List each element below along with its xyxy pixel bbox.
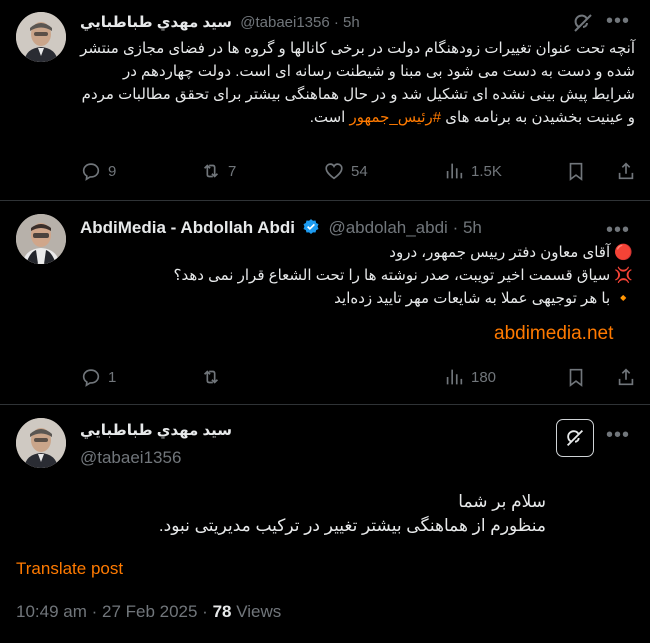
author-name[interactable]: سيد مهدي طباطبايي [80,14,232,31]
reply-icon [82,369,100,387]
tweet-line: 💢 سیاق قسمت اخیر تویبت، صدر نوشته ها را … [80,264,633,287]
like-button[interactable]: 54 [323,160,368,182]
divider [0,200,650,201]
views-count: 1.5K [471,162,502,180]
divider [0,404,650,405]
reply-count: 1 [108,368,117,386]
orange-diamond-emoji: 🔸 [614,290,633,307]
author-handle[interactable]: @tabaei1356 [240,14,329,31]
red-circle-emoji: 🔴 [614,244,633,261]
author-name[interactable]: AbdiMedia - Abdollah Abdi [80,218,295,237]
verified-icon [303,219,319,234]
action-bar: 1 180 [80,366,640,388]
bookmark-button[interactable] [565,366,587,388]
like-count: 54 [351,162,368,180]
reply-button[interactable]: 1 [80,366,116,388]
share-button[interactable] [615,366,637,388]
post-time[interactable]: 5h [343,14,360,31]
reply-icon [82,163,100,181]
post-time[interactable]: 5h [463,218,482,237]
tweet-text: 🔴 آقای معاون دفتر رییس جمهور، درود 💢 سیا… [80,241,633,310]
bookmark-icon [569,368,583,387]
more-icon[interactable]: ••• [606,220,630,240]
views-icon [446,163,463,179]
bookmark-icon [569,162,583,181]
repost-count: 7 [228,162,237,180]
author-handle[interactable]: @tabaei1356 [80,446,181,470]
post-meta: 10:49 am · 27 Feb 2025 · 78 Views [16,600,281,624]
avatar[interactable] [16,418,66,468]
external-link[interactable]: abdimedia.net [494,322,613,346]
tweet-line: 🔸 با هر توجیهی عملا به شایعات مهر تایید … [80,287,633,310]
tweet-text: آنچه تحت عنوان تغییرات زودهنگام دولت در … [80,37,635,129]
separator-dot: · [333,14,344,31]
tweet-line-text: سیاق قسمت اخیر تویبت، صدر نوشته ها را تح… [173,267,611,284]
translate-post-link[interactable]: Translate post [16,557,123,581]
action-bar: 9 7 54 1.5K [80,160,640,182]
tweet-header: AbdiMedia - Abdollah Abdi @abdolah_abdi … [80,216,570,240]
reply-count: 9 [108,162,117,180]
post-timestamp[interactable]: 10:49 am · 27 Feb 2025 · [16,602,213,621]
reply-button[interactable]: 9 [80,160,116,182]
avatar[interactable] [16,12,66,62]
share-button[interactable] [615,160,637,182]
tweet-line-text: آقای معاون دفتر رییس جمهور، درود [389,244,611,261]
share-icon [618,368,634,386]
author-name[interactable]: سيد مهدي طباطبايي [80,420,232,442]
views-button[interactable]: 180 [443,366,496,388]
tweet-header: سيد مهدي طباطبايي @tabaei1356 · 5h [80,12,550,34]
hashtag-link[interactable]: #رئیس_جمهور [350,109,442,126]
anger-emoji: 💢 [614,267,633,284]
tweet-text-end: است. [309,109,350,126]
grok-button[interactable] [556,419,594,457]
author-handle[interactable]: @abdolah_abdi [328,218,447,237]
views-icon [446,369,463,385]
share-icon [618,162,634,180]
more-icon[interactable]: ••• [606,11,630,31]
views-count: 180 [471,368,497,386]
grok-icon[interactable] [570,10,596,36]
views-count: 78 [212,602,232,621]
tweet-line: 🔴 آقای معاون دفتر رییس جمهور، درود [80,241,633,264]
more-icon[interactable]: ••• [606,425,630,445]
views-button[interactable]: 1.5K [443,160,502,182]
tweet-line: سلام بر شما [458,492,546,511]
views-label: Views [231,602,282,621]
repost-button[interactable] [200,366,222,388]
tweet-line: منظورم از هماهنگی بیشتر تغییر در ترکیب م… [158,516,546,535]
tweet-text: سلام بر شما منظورم از هماهنگی بیشتر تغیی… [16,490,546,538]
tweet-line-text: با هر توجیهی عملا به شایعات مهر تایید زد… [334,290,611,307]
avatar[interactable] [16,214,66,264]
like-icon [325,163,343,180]
repost-icon [203,164,219,178]
repost-icon [203,370,219,384]
bookmark-button[interactable] [565,160,587,182]
repost-button[interactable]: 7 [200,160,236,182]
separator-dot: · [452,218,463,237]
grok-icon [566,429,584,447]
